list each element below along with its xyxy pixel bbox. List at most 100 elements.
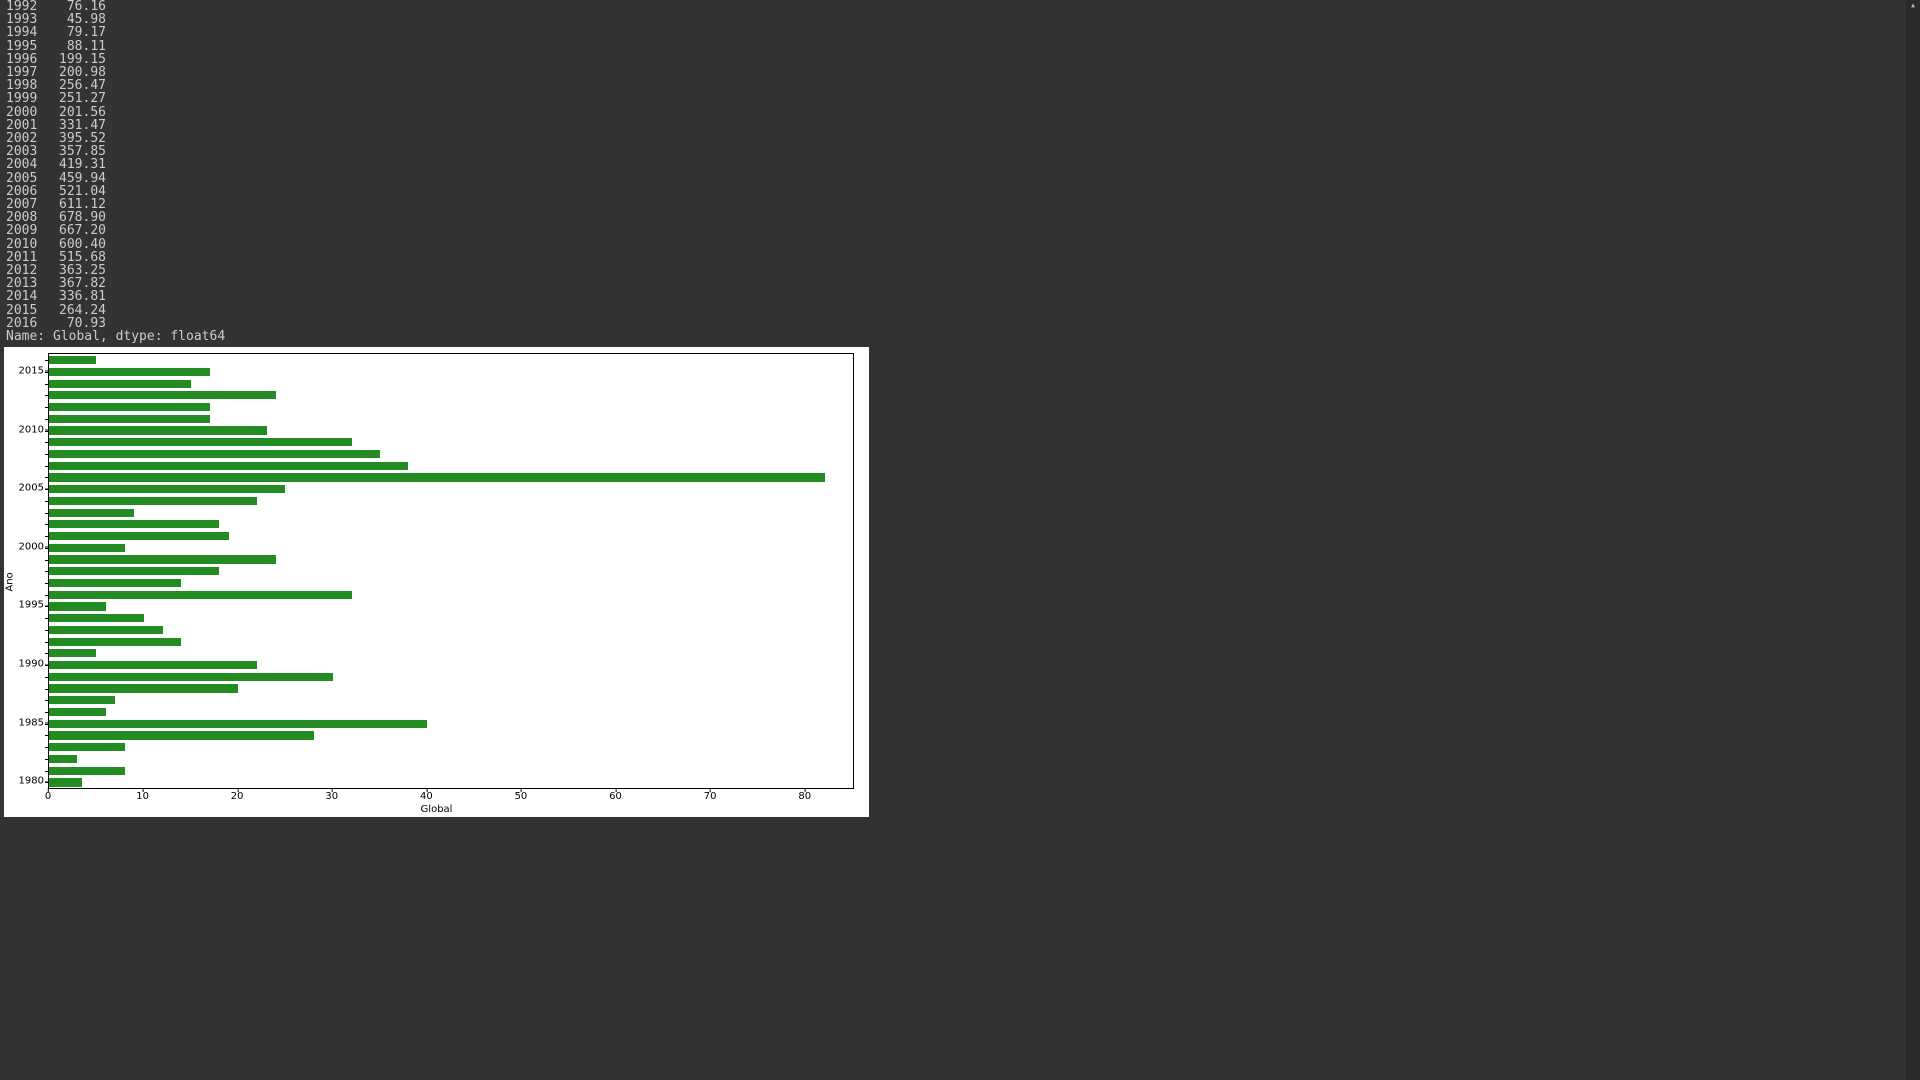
- bar: [49, 649, 96, 657]
- bar: [49, 426, 267, 434]
- chart-figure: Ano Global 19801985199019952000200520102…: [4, 347, 869, 817]
- series-row: 201670.93: [6, 317, 1914, 330]
- y-minor-tick: [45, 653, 49, 654]
- y-minor-tick: [45, 618, 49, 619]
- y-minor-tick: [45, 407, 49, 408]
- year-cell: 1999: [6, 92, 46, 105]
- bar: [49, 579, 181, 587]
- value-cell: 419.31: [46, 158, 106, 171]
- year-cell: 2010: [6, 238, 46, 251]
- y-minor-tick: [45, 560, 49, 561]
- value-cell: 264.24: [46, 304, 106, 317]
- bar: [49, 380, 191, 388]
- scrollbar[interactable]: ▴: [1906, 0, 1920, 1080]
- scroll-up-arrow[interactable]: ▴: [1906, 0, 1920, 14]
- bar: [49, 532, 229, 540]
- y-minor-tick: [45, 548, 49, 549]
- series-row: 2010600.40: [6, 238, 1914, 251]
- series-row: 1999251.27: [6, 92, 1914, 105]
- bar: [49, 485, 285, 493]
- y-minor-tick: [45, 630, 49, 631]
- y-minor-tick: [45, 501, 49, 502]
- bar: [49, 614, 144, 622]
- y-minor-tick: [45, 571, 49, 572]
- y-minor-tick: [45, 689, 49, 690]
- value-cell: 201.56: [46, 106, 106, 119]
- x-tick-label: 20: [231, 791, 244, 802]
- bar: [49, 520, 219, 528]
- y-minor-tick: [45, 384, 49, 385]
- series-row: 2012363.25: [6, 264, 1914, 277]
- value-cell: 600.40: [46, 238, 106, 251]
- y-minor-tick: [45, 724, 49, 725]
- bar: [49, 356, 96, 364]
- bar: [49, 755, 77, 763]
- y-axis-label: Ano: [5, 573, 16, 592]
- series-row: 199345.98: [6, 13, 1914, 26]
- series-row: 2013367.82: [6, 277, 1914, 290]
- year-cell: 2000: [6, 106, 46, 119]
- y-tick-label: 2005: [4, 483, 44, 494]
- bar: [49, 684, 238, 692]
- series-row: 2014336.81: [6, 290, 1914, 303]
- y-minor-tick: [45, 466, 49, 467]
- y-minor-tick: [45, 372, 49, 373]
- y-minor-tick: [45, 489, 49, 490]
- y-tick-label: 1995: [4, 600, 44, 611]
- bar: [49, 450, 380, 458]
- series-row: 2015264.24: [6, 304, 1914, 317]
- series-row: 1998256.47: [6, 79, 1914, 92]
- bar: [49, 591, 352, 599]
- y-tick-label: 2010: [4, 424, 44, 435]
- year-cell: 1994: [6, 26, 46, 39]
- y-tick-label: 2015: [4, 365, 44, 376]
- series-row: 2002395.52: [6, 132, 1914, 145]
- value-cell: 667.20: [46, 224, 106, 237]
- series-row: 2005459.94: [6, 172, 1914, 185]
- series-row: 1996199.15: [6, 53, 1914, 66]
- x-tick-label: 50: [515, 791, 528, 802]
- bar: [49, 403, 210, 411]
- bar: [49, 720, 427, 728]
- y-minor-tick: [45, 477, 49, 478]
- y-minor-tick: [45, 700, 49, 701]
- bar: [49, 473, 825, 481]
- y-minor-tick: [45, 360, 49, 361]
- series-row: 2008678.90: [6, 211, 1914, 224]
- bar: [49, 567, 219, 575]
- bar: [49, 626, 163, 634]
- y-minor-tick: [45, 712, 49, 713]
- bar: [49, 673, 333, 681]
- series-row: 2006521.04: [6, 185, 1914, 198]
- value-cell: 79.17: [46, 26, 106, 39]
- bar: [49, 462, 408, 470]
- year-cell: 2015: [6, 304, 46, 317]
- y-minor-tick: [45, 419, 49, 420]
- series-row: 199479.17: [6, 26, 1914, 39]
- y-tick-label: 1980: [4, 776, 44, 787]
- bar: [49, 497, 257, 505]
- y-minor-tick: [45, 665, 49, 666]
- series-row: 2007611.12: [6, 198, 1914, 211]
- x-tick-label: 0: [45, 791, 51, 802]
- series-row: 199276.16: [6, 0, 1914, 13]
- bar: [49, 731, 314, 739]
- year-cell: 2009: [6, 224, 46, 237]
- y-minor-tick: [45, 395, 49, 396]
- series-row: 2009667.20: [6, 224, 1914, 237]
- bar: [49, 661, 257, 669]
- series-output: 199276.16199345.98199479.17199588.111996…: [0, 0, 1920, 343]
- bar: [49, 391, 276, 399]
- year-cell: 2004: [6, 158, 46, 171]
- bar: [49, 438, 352, 446]
- year-cell: 2014: [6, 290, 46, 303]
- y-minor-tick: [45, 759, 49, 760]
- y-minor-tick: [45, 735, 49, 736]
- y-minor-tick: [45, 782, 49, 783]
- year-cell: 2005: [6, 172, 46, 185]
- value-cell: 336.81: [46, 290, 106, 303]
- value-cell: 88.11: [46, 40, 106, 53]
- series-row: 2000201.56: [6, 106, 1914, 119]
- y-minor-tick: [45, 442, 49, 443]
- bar: [49, 638, 181, 646]
